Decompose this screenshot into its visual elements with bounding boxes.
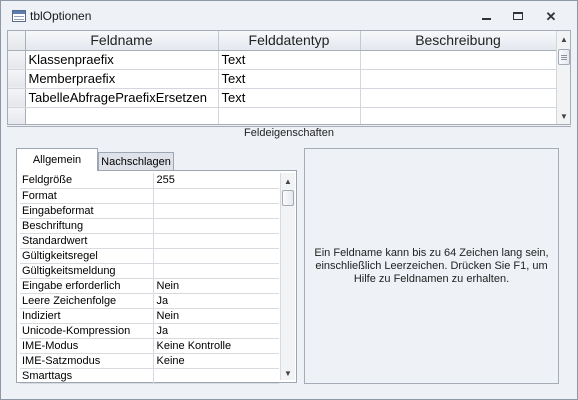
tab-allgemein[interactable]: Allgemein [16, 148, 98, 171]
close-icon: ✕ [545, 8, 557, 24]
table-row[interactable]: Memberpraefix Text [8, 69, 557, 89]
scroll-down-arrow-icon[interactable]: ▼ [557, 108, 570, 124]
minimize-icon [481, 18, 491, 20]
property-row[interactable]: Smarttags [20, 368, 279, 384]
field-type-cell[interactable]: Text [218, 50, 361, 70]
property-label: Feldgröße [20, 173, 154, 189]
tab-nachschlagen[interactable]: Nachschlagen [98, 152, 174, 170]
table-row[interactable] [8, 107, 557, 124]
scroll-up-arrow-icon[interactable]: ▲ [557, 31, 570, 47]
property-value[interactable]: Keine Kontrolle [153, 338, 279, 354]
table-row[interactable]: TabelleAbfragePraefixErsetzen Text [8, 88, 557, 108]
title-bar[interactable]: tblOptionen ✕ [1, 1, 577, 30]
property-label: Unicode-Kompression [20, 323, 154, 339]
property-row[interactable]: Standardwert [20, 233, 279, 249]
property-label: Format [20, 188, 154, 204]
field-description-cell[interactable] [360, 88, 557, 108]
column-header-felddatentyp[interactable]: Felddatentyp [218, 31, 361, 51]
grid-corner[interactable] [8, 31, 26, 51]
scroll-up-arrow-icon[interactable]: ▲ [281, 173, 295, 189]
property-value[interactable]: Keine [153, 353, 279, 369]
property-value[interactable] [153, 233, 279, 249]
property-row[interactable]: Feldgröße 255 [20, 173, 279, 189]
property-label: Gültigkeitsregel [20, 248, 154, 264]
properties-panel: Feldgröße 255 Format Eingabeformat Beschr… [16, 170, 297, 384]
field-name-cell[interactable]: Klassenpraefix [25, 50, 219, 70]
property-value[interactable] [153, 188, 279, 204]
help-text: Ein Feldname kann bis zu 64 Zeichen lang… [314, 246, 549, 285]
row-selector[interactable] [8, 69, 26, 89]
table-row[interactable]: Klassenpraefix Text [8, 50, 557, 70]
field-grid: Feldname Felddatentyp Beschreibung Klass… [7, 30, 571, 125]
property-row[interactable]: Format [20, 188, 279, 204]
property-row[interactable]: Gültigkeitsregel [20, 248, 279, 264]
property-row[interactable]: Leere Zeichenfolge Ja [20, 293, 279, 309]
property-value[interactable]: Nein [153, 308, 279, 324]
column-header-beschreibung[interactable]: Beschreibung [360, 31, 557, 51]
scroll-down-arrow-icon[interactable]: ▼ [281, 365, 295, 381]
property-row[interactable]: Gültigkeitsmeldung [20, 263, 279, 279]
properties-vertical-scrollbar[interactable]: ▲ ▼ [280, 173, 295, 380]
row-selector[interactable] [8, 107, 26, 124]
table-icon[interactable] [12, 10, 26, 22]
property-label: Gültigkeitsmeldung [20, 263, 154, 279]
field-description-cell[interactable] [360, 50, 557, 70]
property-label: Indiziert [20, 308, 154, 324]
properties-table: Feldgröße 255 Format Eingabeformat Beschr… [20, 173, 279, 384]
help-pane: Ein Feldname kann bis zu 64 Zeichen lang… [304, 148, 559, 384]
property-value[interactable]: Nein [153, 278, 279, 294]
property-row[interactable]: Indiziert Nein [20, 308, 279, 324]
property-value[interactable] [153, 368, 279, 384]
property-label: Leere Zeichenfolge [20, 293, 154, 309]
column-header-feldname[interactable]: Feldname [25, 31, 219, 51]
field-description-cell[interactable] [360, 69, 557, 89]
row-selector[interactable] [8, 50, 26, 70]
close-button[interactable]: ✕ [538, 7, 564, 25]
field-table: Feldname Felddatentyp Beschreibung Klass… [8, 31, 557, 124]
property-row[interactable]: IME-Satzmodus Keine [20, 353, 279, 369]
field-properties-header: Feldeigenschaften [7, 126, 571, 140]
property-value[interactable] [153, 263, 279, 279]
scroll-thumb[interactable] [282, 190, 294, 206]
grip-icon [561, 57, 567, 58]
property-label: IME-Satzmodus [20, 353, 154, 369]
grid-vertical-scrollbar[interactable]: ▲ ▼ [556, 31, 570, 124]
property-value[interactable] [153, 218, 279, 234]
property-row[interactable]: IME-Modus Keine Kontrolle [20, 338, 279, 354]
field-name-cell[interactable]: Memberpraefix [25, 69, 219, 89]
property-value[interactable]: Ja [153, 323, 279, 339]
property-value[interactable]: Ja [153, 293, 279, 309]
field-description-cell[interactable] [360, 107, 557, 124]
property-label: Beschriftung [20, 218, 154, 234]
field-name-cell[interactable] [25, 107, 219, 124]
window-title: tblOptionen [30, 9, 92, 23]
property-row[interactable]: Unicode-Kompression Ja [20, 323, 279, 339]
maximize-icon [513, 12, 523, 20]
property-value[interactable] [153, 248, 279, 264]
property-value[interactable] [153, 203, 279, 219]
scroll-thumb[interactable] [558, 49, 570, 65]
table-design-window: tblOptionen ✕ Feldname Felddatentyp Besc… [0, 0, 578, 400]
property-label: Smarttags [20, 368, 154, 384]
property-label: IME-Modus [20, 338, 154, 354]
maximize-button[interactable] [505, 7, 531, 25]
property-row[interactable]: Eingabeformat [20, 203, 279, 219]
property-row[interactable]: Beschriftung [20, 218, 279, 234]
field-type-cell[interactable] [218, 107, 361, 124]
property-label: Eingabeformat [20, 203, 154, 219]
property-value[interactable]: 255 [153, 173, 279, 189]
minimize-button[interactable] [473, 7, 499, 25]
field-name-cell[interactable]: TabelleAbfragePraefixErsetzen [25, 88, 219, 108]
field-type-cell[interactable]: Text [218, 69, 361, 89]
field-type-cell[interactable]: Text [218, 88, 361, 108]
property-row[interactable]: Eingabe erforderlich Nein [20, 278, 279, 294]
property-label: Standardwert [20, 233, 154, 249]
row-selector[interactable] [8, 88, 26, 108]
property-label: Eingabe erforderlich [20, 278, 154, 294]
